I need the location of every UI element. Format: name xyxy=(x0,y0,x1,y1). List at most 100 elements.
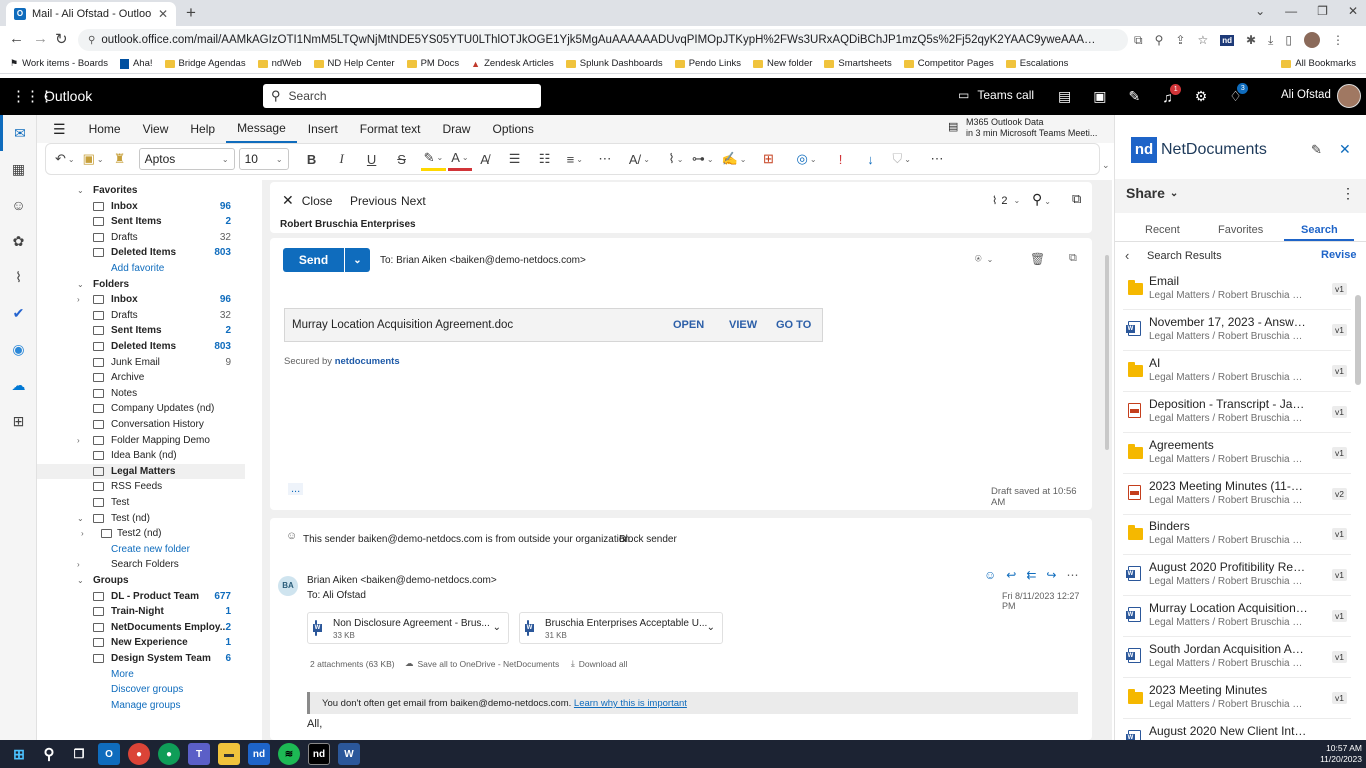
tab-search[interactable]: Search xyxy=(1301,224,1338,236)
zoom-icon[interactable]: ⚲ xyxy=(1155,33,1164,47)
search-result-item[interactable]: Binders Legal Matters / Robert Bruschia E… xyxy=(1123,515,1351,556)
revise-button[interactable]: Revise xyxy=(1321,249,1356,261)
downloads-icon[interactable]: ⤓ xyxy=(1268,33,1273,48)
attachments-count-button[interactable]: ⌇ 2 ⌄ xyxy=(992,194,1020,208)
reading-scrollbar[interactable] xyxy=(1105,255,1109,450)
loop-icon[interactable]: ◎ ⌄ xyxy=(793,147,819,171)
netdocs-extension-icon[interactable]: nd xyxy=(1220,34,1234,46)
folder-item[interactable]: Junk Email 9 xyxy=(37,355,245,370)
search-result-item[interactable]: Deposition - Transcript - James ...Legal… xyxy=(1123,393,1351,433)
bookmark-7[interactable]: Splunk Dashboards xyxy=(565,58,663,69)
paste-icon[interactable]: ▣ ⌄ xyxy=(80,147,107,171)
zoom-icon[interactable]: ⚲ ⌄ xyxy=(1032,191,1051,208)
create-folder-link[interactable]: Create new folder xyxy=(37,542,245,557)
netdocuments-desktop-icon[interactable]: nd xyxy=(308,743,330,765)
folder-item[interactable]: Drafts 32 xyxy=(37,308,245,323)
teams-call-button[interactable]: Teams call xyxy=(977,88,1034,102)
chevron-right-icon[interactable]: › xyxy=(77,436,80,445)
bookmark-star-icon[interactable]: ☆ xyxy=(1197,33,1208,47)
bookmark-4[interactable]: ND Help Center xyxy=(313,58,395,69)
more-actions-icon[interactable]: ⋯ xyxy=(1066,568,1078,582)
search-result-item[interactable]: August 2020 Profitibility ReportLegal Ma… xyxy=(1123,556,1351,597)
mail-icon[interactable]: ✉ xyxy=(0,115,37,151)
highlight-icon[interactable]: ✎ ⌄ xyxy=(420,147,447,171)
group-item[interactable]: DL - Product Team 677 xyxy=(37,589,245,604)
numbering-icon[interactable]: ☷ xyxy=(534,147,556,171)
folder-item[interactable]: RSS Feeds xyxy=(37,479,245,494)
search-result-item[interactable]: August 2020 New Client Intake ... xyxy=(1123,720,1351,740)
netdocuments-app-icon[interactable]: nd xyxy=(248,743,270,765)
folder-item[interactable]: Test xyxy=(37,495,245,510)
folder-item[interactable]: Inbox 96 xyxy=(37,199,245,214)
system-clock[interactable]: 10:57 AM 11/20/2023 xyxy=(1320,743,1362,765)
group-item[interactable]: New Experience 1 xyxy=(37,635,245,650)
reply-all-icon[interactable]: ⇇ xyxy=(1026,568,1036,582)
windows-start-icon[interactable]: ⊞ xyxy=(8,743,30,765)
calendar-icon[interactable]: ▦ xyxy=(0,151,37,187)
goto-link[interactable]: GO TO xyxy=(776,319,811,331)
link-icon[interactable]: ⊶ ⌄ xyxy=(689,147,717,171)
undo-icon[interactable]: ↶ ⌄ xyxy=(52,147,78,171)
back-icon[interactable]: ‹ xyxy=(1125,248,1129,263)
files-icon[interactable]: ⌇ xyxy=(0,259,37,295)
show-trimmed-button[interactable]: ... xyxy=(288,483,304,495)
pop-out-draft-icon[interactable]: ⧉ xyxy=(1069,252,1077,265)
search-result-item[interactable]: Murray Location Acquisition Ag...Legal M… xyxy=(1123,597,1351,638)
search-result-item[interactable]: 2023 Meeting Minutes Legal Matters / Robe… xyxy=(1123,679,1351,719)
emoji-icon[interactable]: ☺ xyxy=(984,568,996,582)
video-camera-icon[interactable]: ▭ xyxy=(958,88,969,102)
open-in-app-icon[interactable]: ⧉ xyxy=(1134,33,1143,48)
chevron-down-icon[interactable]: ⌄ xyxy=(77,514,84,523)
close-panel-icon[interactable]: ✕ xyxy=(1339,141,1351,158)
format-painter-icon[interactable]: ♜ xyxy=(109,147,131,171)
search-icon[interactable]: ⚲ xyxy=(38,743,60,765)
chevron-down-icon[interactable]: ⌄ xyxy=(493,622,501,633)
collapse-ribbon-icon[interactable]: ⌄ xyxy=(1102,160,1110,171)
styles-icon[interactable]: A/⌄ xyxy=(626,147,653,171)
results-scrollbar[interactable] xyxy=(1355,295,1361,385)
folder-item[interactable]: › Test2 (nd) xyxy=(37,526,245,541)
italic-icon[interactable]: I xyxy=(331,147,353,171)
browser-tab[interactable]: O Mail - Ali Ofstad - Outlook ✕ xyxy=(6,2,176,26)
forward-icon[interactable]: → xyxy=(33,30,48,47)
tab-search-icon[interactable]: ⌄ xyxy=(1255,4,1265,18)
people-icon[interactable]: ☺ xyxy=(0,187,37,223)
teams-app-icon[interactable]: ◉ xyxy=(0,331,37,367)
share-dropdown[interactable]: Share ⌄ xyxy=(1126,185,1178,201)
folder-item[interactable]: Legal Matters xyxy=(37,463,245,479)
apps-icon[interactable]: ⊞ xyxy=(757,147,779,171)
reply-icon[interactable]: ↩ xyxy=(1006,568,1016,582)
save-all-onedrive[interactable]: ☁ Save all to OneDrive - NetDocuments xyxy=(405,658,559,669)
bookmark-10[interactable]: Smartsheets xyxy=(824,58,892,69)
chevron-right-icon[interactable]: › xyxy=(77,560,80,569)
learn-why-link[interactable]: Learn why this is important xyxy=(574,698,687,709)
more-apps-icon[interactable]: ⊞ xyxy=(0,403,37,439)
file-explorer-icon[interactable]: ▬ xyxy=(218,743,240,765)
sensitivity-label-icon[interactable]: ⍟ ⌄ xyxy=(975,253,993,266)
clear-format-icon[interactable]: A̸ xyxy=(474,147,496,171)
word-app-icon[interactable]: W xyxy=(338,743,360,765)
bookmark-3[interactable]: ndWeb xyxy=(257,58,302,69)
bell-icon[interactable]: ♫ 1 xyxy=(1162,83,1182,105)
manage-groups-link[interactable]: Manage groups xyxy=(37,698,245,713)
group-item[interactable]: Design System Team 6 xyxy=(37,651,245,666)
profile-avatar[interactable] xyxy=(1303,32,1320,48)
back-icon[interactable]: ← xyxy=(9,30,24,47)
paragraph-icon[interactable]: ≡ ⌄ xyxy=(564,147,586,171)
sender-address[interactable]: Brian Aiken <baiken@demo-netdocs.com> xyxy=(307,575,497,586)
forward-mail-icon[interactable]: ↪ xyxy=(1046,568,1056,582)
search-input[interactable]: Search xyxy=(289,89,327,103)
low-importance-icon[interactable]: ↓ xyxy=(860,147,882,171)
tab-options[interactable]: Options xyxy=(481,115,544,143)
chevron-down-icon[interactable]: ⌄ xyxy=(707,622,715,633)
folder-item[interactable]: Company Updates (nd) xyxy=(37,401,245,416)
search-result-item[interactable]: Agreements Legal Matters / Robert Bruschi… xyxy=(1123,434,1351,474)
tab-recent[interactable]: Recent xyxy=(1145,224,1180,236)
discover-groups-link[interactable]: Discover groups xyxy=(37,682,245,697)
teams-icon[interactable]: T xyxy=(188,743,210,765)
send-button[interactable]: Send xyxy=(283,248,344,272)
folder-item[interactable]: Sent Items 2 xyxy=(37,214,245,229)
chrome-icon[interactable]: ● xyxy=(128,743,150,765)
chrome-profile-icon[interactable]: ● xyxy=(158,743,180,765)
chevron-right-icon[interactable]: › xyxy=(81,529,84,538)
